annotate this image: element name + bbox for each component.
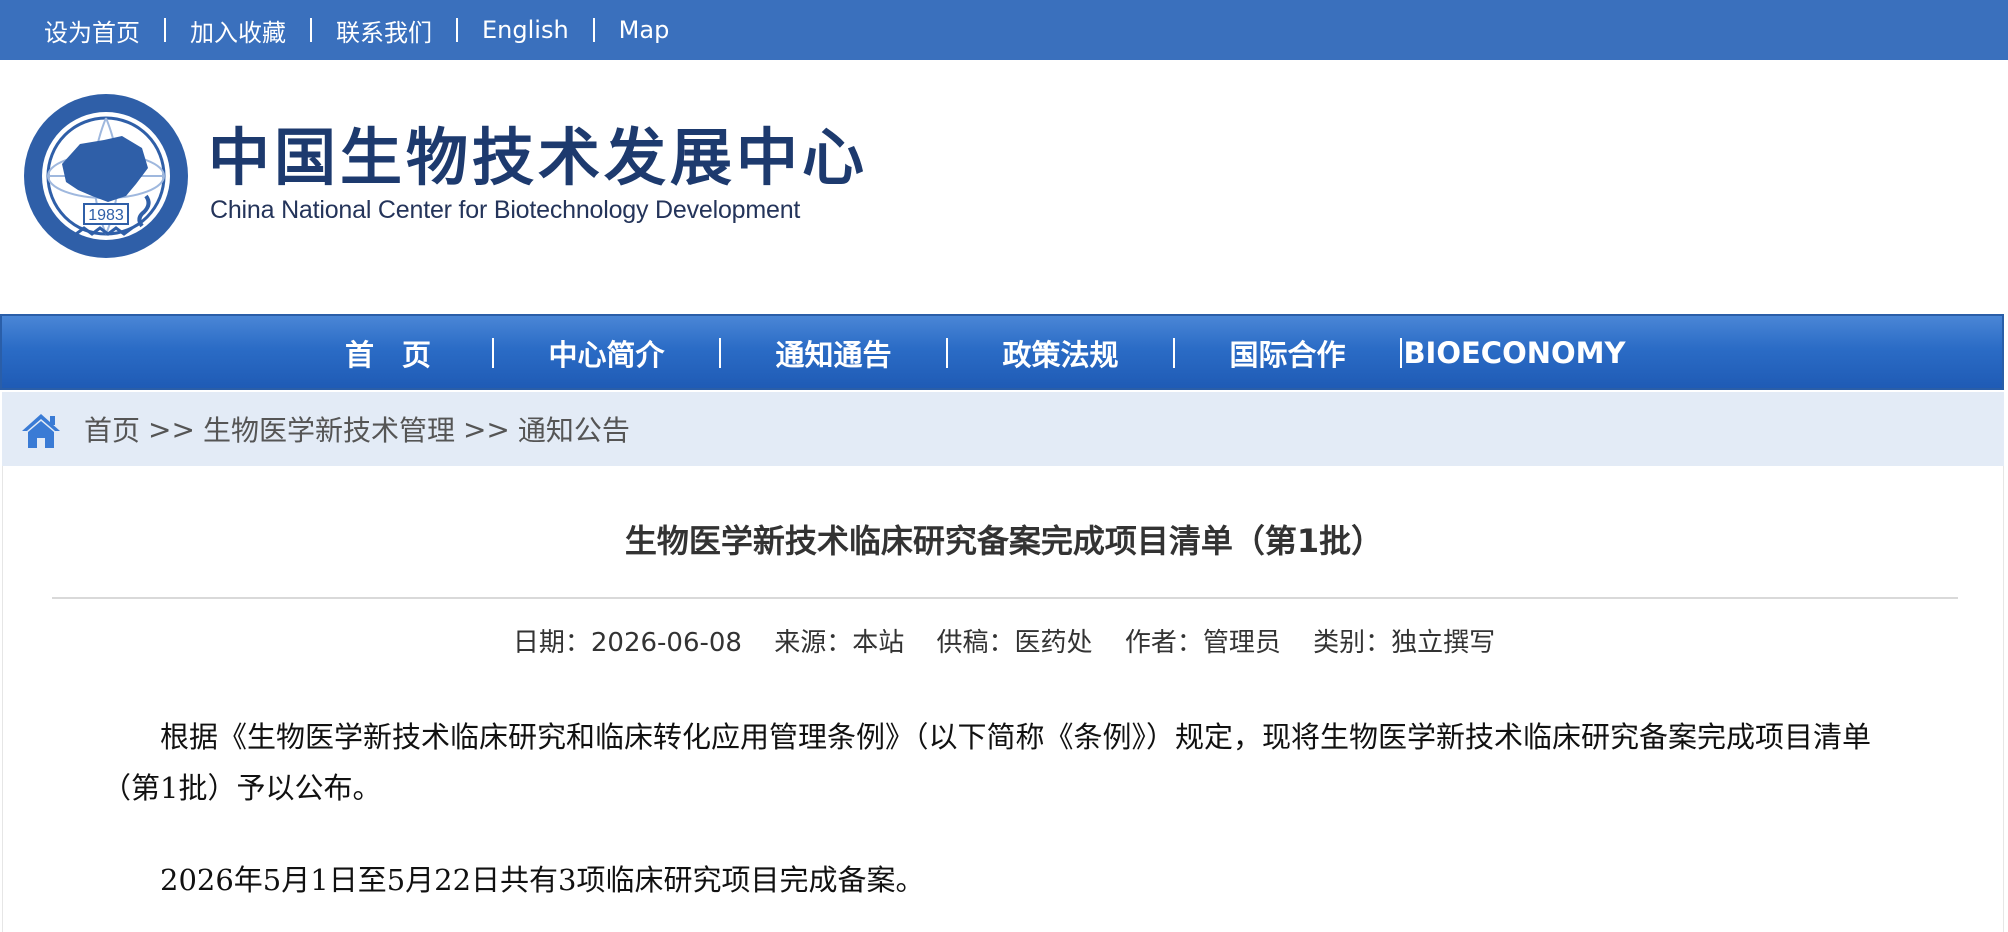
article-paragraph: 根据《生物医学新技术临床研究和临床转化应用管理条例》（以下简称《条例》）规定，现… xyxy=(102,720,1872,805)
top-link-separator xyxy=(164,18,166,42)
site-map-link[interactable]: Map xyxy=(619,16,670,44)
organization-seal-icon[interactable]: 1983 xyxy=(22,92,190,260)
top-utility-bar: 设为首页 加入收藏 联系我们 English Map xyxy=(0,0,2008,60)
breadcrumb-separator: >> xyxy=(148,412,195,446)
nav-item-bioeconomy[interactable]: BIOECONOMY xyxy=(1402,336,1627,370)
org-name-chinese: 中国生物技术发展中心 xyxy=(208,121,869,194)
org-name-english: China National Center for Biotechnology … xyxy=(210,196,801,224)
breadcrumb-home[interactable]: 首页 xyxy=(84,409,140,449)
contact-us-link[interactable]: 联系我们 xyxy=(336,13,432,48)
home-icon[interactable] xyxy=(20,412,62,450)
meta-contributor: 供稿：医药处 xyxy=(937,628,1093,658)
meta-contrib-value: 医药处 xyxy=(1014,628,1093,658)
nav-item-international[interactable]: 国际合作 xyxy=(1175,332,1400,374)
top-link-separator xyxy=(592,18,595,42)
nav-item-policies[interactable]: 政策法规 xyxy=(948,332,1173,374)
main-navigation: 首页 中心简介 通知通告 政策法规 国际合作 BIOECONOMY xyxy=(0,314,2004,390)
meta-category-value: 独立撰写 xyxy=(1391,628,1496,658)
breadcrumb: 首页 >> 生物医学新技术管理 >> 通知公告 xyxy=(2,392,2004,466)
nav-item-notices[interactable]: 通知通告 xyxy=(721,332,946,374)
meta-source-value: 本站 xyxy=(852,628,905,658)
top-link-separator xyxy=(456,18,458,42)
breadcrumb-notices[interactable]: 通知公告 xyxy=(518,409,630,449)
set-homepage-link[interactable]: 设为首页 xyxy=(44,13,140,48)
breadcrumb-biomedical-tech[interactable]: 生物医学新技术管理 xyxy=(203,409,455,449)
nav-items: 首页 中心简介 通知通告 政策法规 国际合作 BIOECONOMY xyxy=(312,316,1627,390)
english-link[interactable]: English xyxy=(482,16,569,44)
meta-author-label: 作者： xyxy=(1124,628,1203,658)
meta-category-label: 类别： xyxy=(1313,628,1392,658)
meta-source: 来源：本站 xyxy=(774,628,904,658)
meta-source-label: 来源： xyxy=(774,628,853,658)
breadcrumb-separator: >> xyxy=(462,412,510,446)
meta-author-value: 管理员 xyxy=(1202,628,1281,658)
meta-date-value: 2026-06-08 xyxy=(590,628,742,658)
meta-category: 类别：独立撰写 xyxy=(1313,628,1495,658)
seal-year: 1983 xyxy=(88,207,124,224)
top-links: 设为首页 加入收藏 联系我们 English Map xyxy=(44,0,669,60)
meta-contrib-label: 供稿： xyxy=(936,628,1015,658)
title-divider xyxy=(52,597,1958,599)
article-paragraph: 2026年5月1日至5月22日共有3项临床研究项目完成备案。 xyxy=(160,863,925,897)
meta-date: 日期：2026-06-08 xyxy=(513,628,742,658)
top-link-separator xyxy=(310,18,312,42)
nav-item-home[interactable]: 首页 xyxy=(312,332,492,374)
nav-item-about[interactable]: 中心简介 xyxy=(494,332,719,374)
meta-author: 作者：管理员 xyxy=(1125,628,1281,658)
meta-date-label: 日期： xyxy=(512,628,591,658)
article-title: 生物医学新技术临床研究备案完成项目清单（第1批） xyxy=(624,522,1384,560)
add-favorite-link[interactable]: 加入收藏 xyxy=(190,13,286,48)
breadcrumb-trail: 首页 >> 生物医学新技术管理 >> 通知公告 xyxy=(84,392,630,466)
article-meta: 日期：2026-06-08 来源：本站 供稿：医药处 作者：管理员 类别：独立撰… xyxy=(0,622,2008,659)
